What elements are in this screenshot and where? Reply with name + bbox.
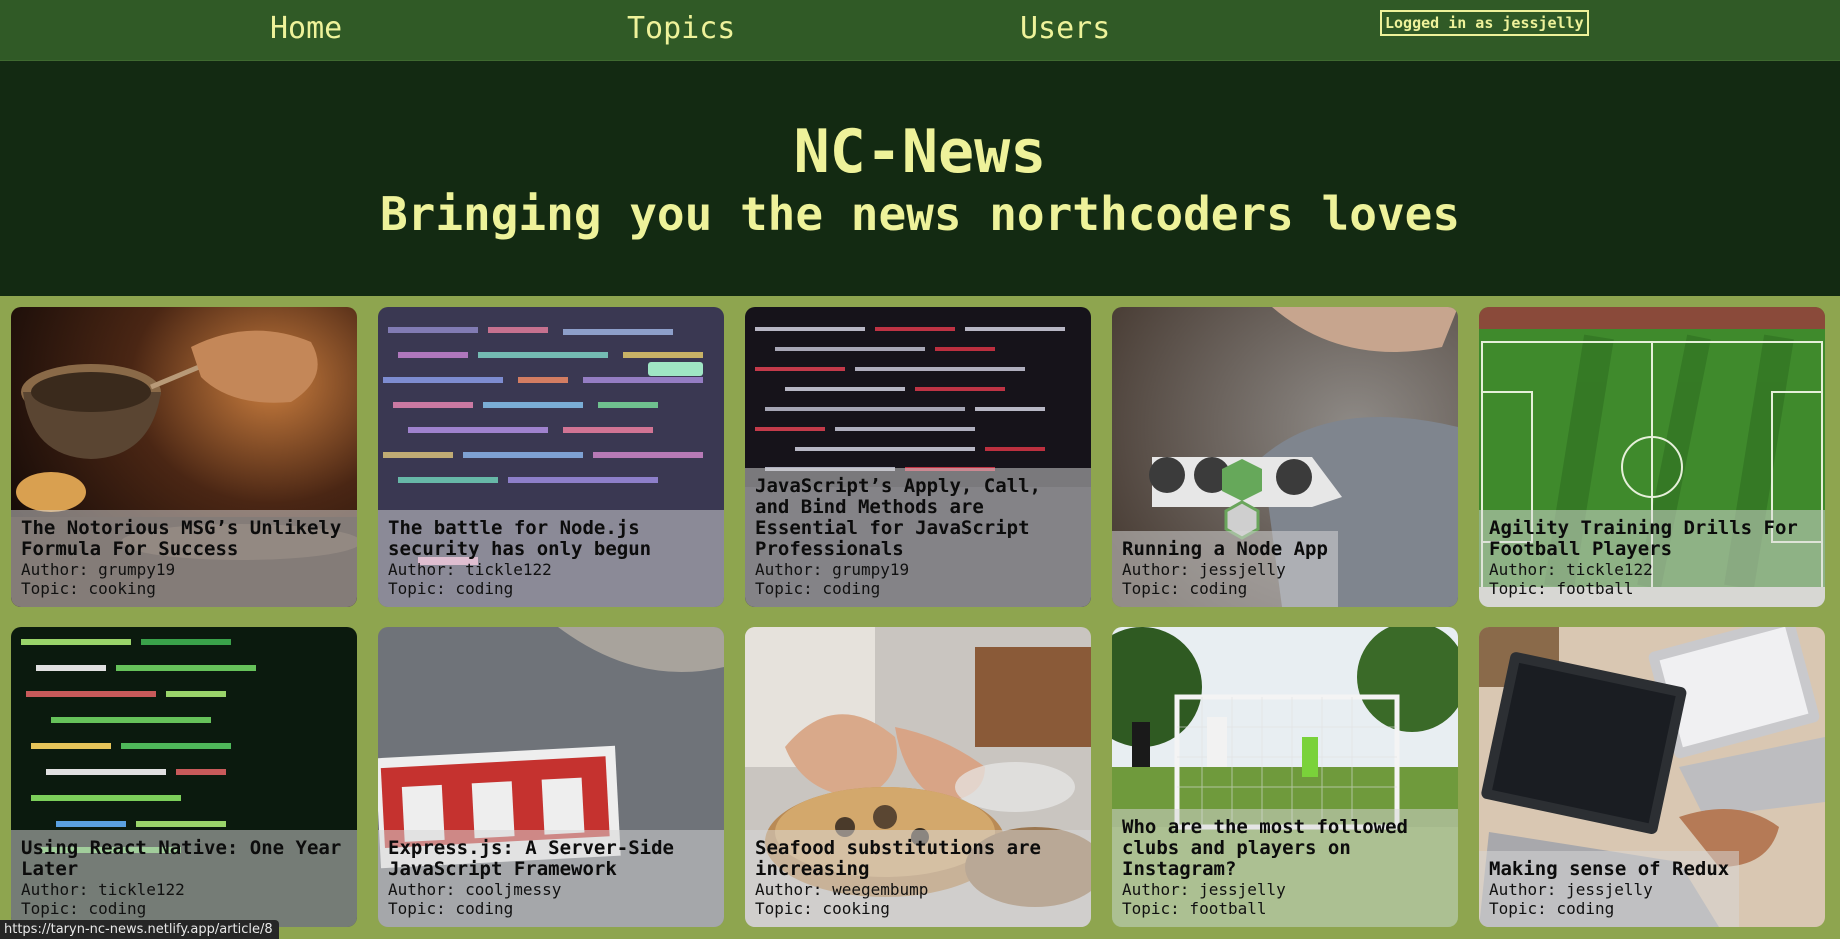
article-author: Author: jessjelly	[1122, 880, 1286, 899]
site-tagline: Bringing you the news northcoders loves	[379, 187, 1461, 241]
article-title[interactable]: Making sense of Redux	[1489, 859, 1729, 880]
article-card[interactable]: Making sense of Redux Author: jessjelly …	[1479, 627, 1825, 927]
article-author: Author: jessjelly	[1122, 560, 1286, 579]
article-card[interactable]: Seafood substitutions are increasing Aut…	[745, 627, 1091, 927]
login-status-badge: Logged in as jessjelly	[1380, 10, 1589, 36]
nav-users-link[interactable]: Users	[1020, 6, 1110, 52]
hero-banner: NC-News Bringing you the news northcoder…	[0, 61, 1840, 296]
article-topic: Topic: cooking	[21, 579, 156, 598]
article-author: Author: tickle122	[388, 560, 552, 579]
article-info-panel: Using React Native: One Year Later Autho…	[11, 830, 357, 927]
article-topic: Topic: cooking	[755, 899, 890, 918]
article-title[interactable]: JavaScript’s Apply, Call, and Bind Metho…	[755, 476, 1081, 560]
article-author: Author: cooljmessy	[388, 880, 562, 899]
article-topic: Topic: coding	[1122, 579, 1248, 598]
link-hover-status-bar: https://taryn-nc-news.netlify.app/articl…	[0, 920, 279, 939]
nav-home-link[interactable]: Home	[270, 6, 342, 52]
article-title[interactable]: Agility Training Drills For Football Pla…	[1489, 518, 1815, 560]
article-topic: Topic: coding	[21, 899, 147, 918]
article-author: Author: tickle122	[1489, 560, 1653, 579]
article-card[interactable]: The battle for Node.js security has only…	[378, 307, 724, 607]
article-card[interactable]: Running a Node App Author: jessjelly Top…	[1112, 307, 1458, 607]
article-topic: Topic: coding	[388, 579, 514, 598]
article-card[interactable]: Using React Native: One Year Later Autho…	[11, 627, 357, 927]
article-topic: Topic: coding	[1489, 899, 1615, 918]
article-topic: Topic: football	[1122, 899, 1267, 918]
article-info-panel: The Notorious MSG’s Unlikely Formula For…	[11, 510, 357, 607]
article-card[interactable]: Agility Training Drills For Football Pla…	[1479, 307, 1825, 607]
article-author: Author: grumpy19	[21, 560, 176, 579]
site-title: NC-News	[793, 117, 1047, 187]
article-author: Author: weegembump	[755, 880, 929, 899]
article-topic: Topic: coding	[388, 899, 514, 918]
article-title[interactable]: Seafood substitutions are increasing	[755, 838, 1081, 880]
article-title[interactable]: Using React Native: One Year Later	[21, 838, 347, 880]
article-card[interactable]: JavaScript’s Apply, Call, and Bind Metho…	[745, 307, 1091, 607]
article-info-panel: Seafood substitutions are increasing Aut…	[745, 830, 1091, 927]
article-card[interactable]: Who are the most followed clubs and play…	[1112, 627, 1458, 927]
article-title[interactable]: The Notorious MSG’s Unlikely Formula For…	[21, 518, 347, 560]
article-info-panel: Agility Training Drills For Football Pla…	[1479, 510, 1825, 607]
article-card[interactable]: The Notorious MSG’s Unlikely Formula For…	[11, 307, 357, 607]
article-title[interactable]: Express.js: A Server-Side JavaScript Fra…	[388, 838, 714, 880]
article-info-panel: Running a Node App Author: jessjelly Top…	[1112, 531, 1338, 607]
nav-topics-link[interactable]: Topics	[627, 6, 735, 52]
article-title[interactable]: The battle for Node.js security has only…	[388, 518, 714, 560]
article-topic: Topic: football	[1489, 579, 1634, 598]
article-title[interactable]: Running a Node App	[1122, 539, 1328, 560]
article-info-panel: Making sense of Redux Author: jessjelly …	[1479, 851, 1740, 927]
top-navbar: Home Topics Users Logged in as jessjelly	[0, 0, 1840, 61]
article-author: Author: tickle122	[21, 880, 185, 899]
article-title[interactable]: Who are the most followed clubs and play…	[1122, 817, 1448, 880]
article-grid: The Notorious MSG’s Unlikely Formula For…	[11, 307, 1825, 927]
article-author: Author: jessjelly	[1489, 880, 1653, 899]
article-info-panel: The battle for Node.js security has only…	[378, 510, 724, 607]
article-info-panel: JavaScript’s Apply, Call, and Bind Metho…	[745, 468, 1091, 607]
article-author: Author: grumpy19	[755, 560, 910, 579]
article-topic: Topic: coding	[755, 579, 881, 598]
article-card[interactable]: Express.js: A Server-Side JavaScript Fra…	[378, 627, 724, 927]
article-info-panel: Express.js: A Server-Side JavaScript Fra…	[378, 830, 724, 927]
article-info-panel: Who are the most followed clubs and play…	[1112, 809, 1458, 927]
